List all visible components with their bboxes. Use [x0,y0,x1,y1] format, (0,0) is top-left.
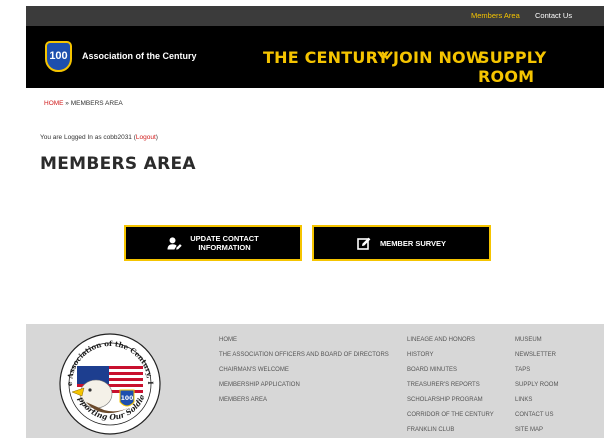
footer-link-history[interactable]: HISTORY [407,352,494,367]
update-contact-label: UPDATE CONTACT INFORMATION [190,234,258,252]
site-name[interactable]: Association of the Century [82,51,197,61]
top-link-members-area[interactable]: Members Area [471,11,520,20]
breadcrumb: HOME » MEMBERS AREA [44,100,123,107]
century-shield-logo[interactable]: 100 [45,41,72,72]
chevron-down-icon[interactable] [380,48,394,62]
footer-links-column-2: LINEAGE AND HONORS HISTORY BOARD MINUTES… [407,337,494,438]
nav-the-century[interactable]: THE CENTURY [263,48,389,67]
footer-links-column-3: MUSEUM NEWSLETTER TAPS SUPPLY ROOM LINKS… [515,337,558,438]
footer-link-museum[interactable]: MUSEUM [515,337,558,352]
footer-link-corridor-century[interactable]: CORRIDOR OF THE CENTURY [407,412,494,427]
footer-link-lineage-honors[interactable]: LINEAGE AND HONORS [407,337,494,352]
top-link-contact-us[interactable]: Contact Us [535,11,572,20]
footer-link-chairmans-welcome[interactable]: CHAIRMAN'S WELCOME [219,367,389,382]
association-seal-logo: 100 The Association of the Century, Inc.… [58,332,161,435]
logout-link[interactable]: Logout [136,134,156,141]
seal-number: 100 [121,395,134,402]
footer-link-members-area[interactable]: MEMBERS AREA [219,397,389,412]
footer-link-taps[interactable]: TAPS [515,367,558,382]
footer-link-supply-room[interactable]: SUPPLY ROOM [515,382,558,397]
footer-link-newsletter[interactable]: NEWSLETTER [515,352,558,367]
footer-link-officers-board[interactable]: THE ASSOCIATION OFFICERS AND BOARD OF DI… [219,352,389,367]
login-status-text: You are Logged In as cobb2031 ( [40,134,136,141]
breadcrumb-separator: » [63,100,71,107]
footer-link-treasurers-reports[interactable]: TREASURER'S REPORTS [407,382,494,397]
edit-square-icon [357,237,371,250]
footer-link-scholarship-program[interactable]: SCHOLARSHIP PROGRAM [407,397,494,412]
footer-link-board-minutes[interactable]: BOARD MINUTES [407,367,494,382]
footer-link-franklin-club[interactable]: FRANKLIN CLUB [407,427,494,438]
top-utility-bar: Members Area Contact Us [26,6,604,26]
footer-link-membership-application[interactable]: MEMBERSHIP APPLICATION [219,382,389,397]
nav-join-now[interactable]: JOIN NOW [393,48,484,67]
breadcrumb-home-link[interactable]: HOME [44,100,64,107]
footer-links-column-1: HOME THE ASSOCIATION OFFICERS AND BOARD … [219,337,389,412]
nav-supply-room[interactable]: SUPPLY ROOM [478,48,604,86]
update-contact-label-line1: UPDATE CONTACT [190,234,259,243]
member-survey-label: MEMBER SURVEY [379,238,447,248]
footer-link-home[interactable]: HOME [219,337,389,352]
user-edit-icon [167,236,182,250]
member-survey-button[interactable]: MEMBER SURVEY [312,225,491,261]
page-title: MEMBERS AREA [40,154,196,174]
site-header: 100 Association of the Century THE CENTU… [26,26,604,88]
site-footer: 100 The Association of the Century, Inc.… [26,324,604,438]
footer-link-contact-us[interactable]: CONTACT US [515,412,558,427]
update-contact-label-line2: INFORMATION [198,243,251,252]
update-contact-info-button[interactable]: UPDATE CONTACT INFORMATION [124,225,302,261]
breadcrumb-current: MEMBERS AREA [70,100,123,107]
footer-link-site-map[interactable]: SITE MAP [515,427,558,438]
footer-link-links[interactable]: LINKS [515,397,558,412]
login-status: You are Logged In as cobb2031 (Logout) [40,134,158,141]
login-status-close: ) [155,134,158,141]
